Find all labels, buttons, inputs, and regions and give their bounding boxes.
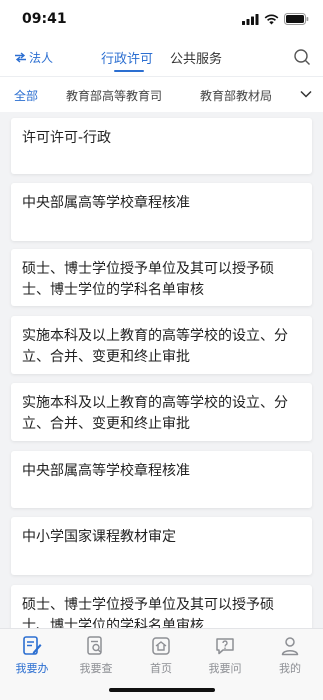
tabbar-label: 我要查	[79, 662, 113, 675]
status-bar: 09:41	[0, 0, 323, 38]
wifi-icon	[264, 14, 279, 24]
filter-bar: 全部 教育部高等教育司 教育部教材局	[0, 76, 323, 112]
list-item-title: 中央部属高等学校章程核准	[22, 463, 190, 479]
list-item[interactable]: 硕士、博士学位授予单位及其可以授予硕士、博士学位的学科名单审核	[11, 249, 312, 306]
home-icon	[152, 637, 170, 655]
list-item-title: 中央部属高等学校章程核准	[22, 195, 190, 211]
list-item-title: 中小学国家课程教材审定	[22, 529, 176, 545]
tabbar-item-mine[interactable]: 我的	[258, 635, 322, 676]
list-item[interactable]: 中央部属高等学校章程核准	[11, 183, 312, 241]
battery-icon	[284, 13, 309, 25]
status-icons	[242, 13, 309, 25]
filter-textbook-bureau[interactable]: 教育部教材局	[200, 87, 272, 104]
tabbar-item-ask[interactable]: 我要问	[193, 635, 257, 676]
tabbar-label: 首页	[150, 662, 172, 675]
switch-arrows-icon	[15, 52, 26, 63]
tab-public-service[interactable]: 公共服务	[170, 48, 222, 67]
search-doc-icon	[87, 636, 102, 655]
tabbar-label: 我的	[279, 662, 301, 675]
tabbar-item-todo[interactable]: 我要办	[0, 635, 64, 676]
tabbar-item-home[interactable]: 首页	[129, 635, 193, 676]
list-item-title: 硕士、博士学位授予单位及其可以授予硕士、博士学位的学科名单审核	[22, 597, 274, 628]
status-time: 09:41	[22, 11, 67, 27]
home-indicator	[109, 688, 215, 692]
edit-doc-icon	[23, 636, 42, 655]
filter-all[interactable]: 全部	[14, 87, 38, 104]
list-item[interactable]: 中小学国家课程教材审定	[11, 517, 312, 575]
list-item-title: 硕士、博士学位授予单位及其可以授予硕士、博士学位的学科名单审核	[22, 261, 274, 298]
role-switch-button[interactable]: 法人	[14, 49, 53, 66]
tabbar-label: 我要问	[208, 662, 242, 675]
list-item-title: 实施本科及以上教育的高等学校的设立、分立、合并、变更和终止审批	[22, 328, 288, 365]
tabbar-item-query[interactable]: 我要查	[64, 635, 128, 676]
search-icon[interactable]	[293, 48, 311, 66]
license-list: 许可许可-行政 中央部属高等学校章程核准 硕士、博士学位授予单位及其可以授予硕士…	[0, 112, 323, 628]
chevron-down-icon[interactable]	[299, 87, 313, 101]
list-item-title: 实施本科及以上教育的高等学校的设立、分立、合并、变更和终止审批	[22, 395, 288, 432]
user-icon	[281, 637, 299, 656]
list-item-title: 许可许可-行政	[22, 130, 112, 146]
tabbar-label: 我要办	[15, 662, 49, 675]
list-item[interactable]: 硕士、博士学位授予单位及其可以授予硕士、博士学位的学科名单审核	[11, 585, 312, 628]
list-item[interactable]: 中央部属高等学校章程核准	[11, 451, 312, 508]
filter-higher-education[interactable]: 教育部高等教育司	[66, 87, 162, 104]
active-tab-indicator	[114, 70, 144, 72]
role-label: 法人	[29, 51, 54, 65]
question-chat-icon	[216, 638, 234, 655]
list-item[interactable]: 实施本科及以上教育的高等学校的设立、分立、合并、变更和终止审批	[11, 383, 312, 441]
top-nav: 法人 行政许可 公共服务	[0, 38, 323, 76]
tab-administrative-license[interactable]: 行政许可	[101, 48, 153, 67]
list-item[interactable]: 实施本科及以上教育的高等学校的设立、分立、合并、变更和终止审批	[11, 316, 312, 374]
list-item[interactable]: 许可许可-行政	[11, 118, 312, 174]
signal-icon	[242, 13, 259, 25]
